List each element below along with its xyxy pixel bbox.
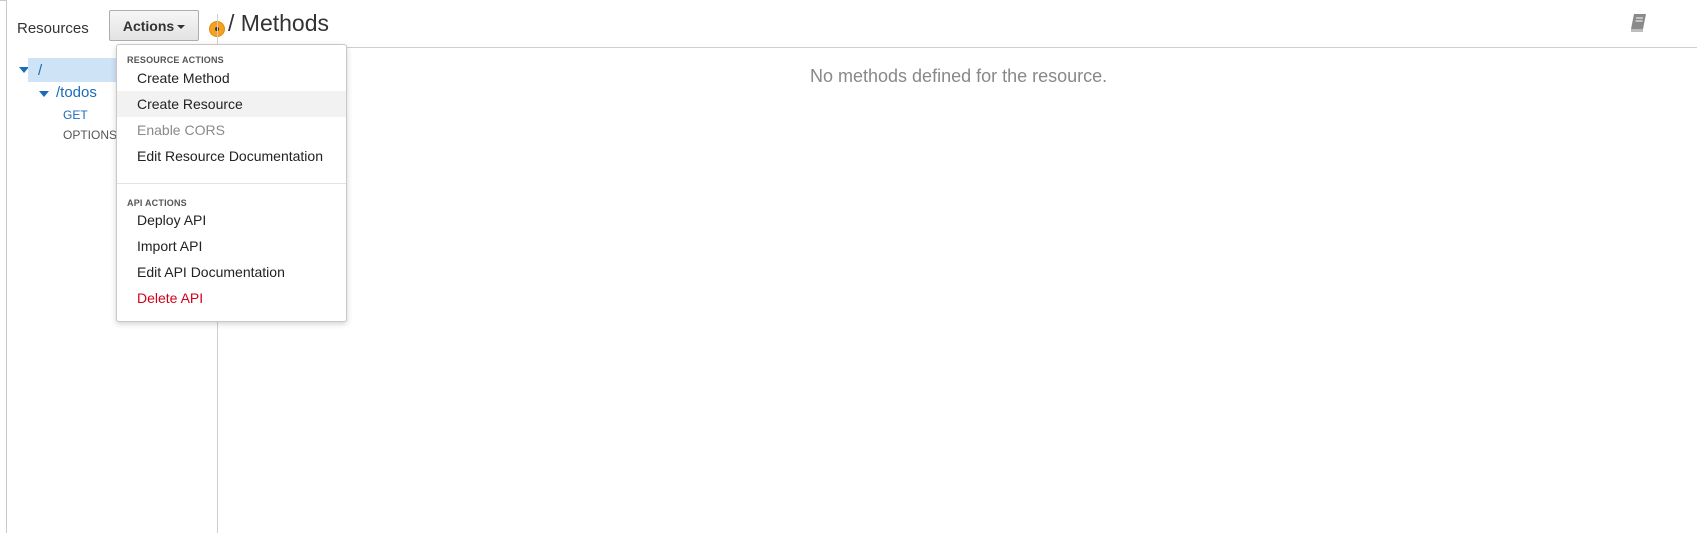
menu-item-enable-cors[interactable]: Enable CORS	[117, 117, 346, 143]
header-divider	[218, 47, 1697, 48]
actions-button[interactable]: Actions	[109, 10, 199, 41]
menu-item-create-resource[interactable]: Create Resource	[117, 91, 346, 117]
tree-item-root-label: /	[38, 61, 43, 79]
menu-item-create-method[interactable]: Create Method	[117, 65, 346, 91]
tree-method-options[interactable]: OPTIONS	[63, 128, 117, 142]
tree-item-root[interactable]: /	[28, 58, 118, 82]
tree-method-get[interactable]: GET	[63, 108, 88, 122]
resources-title: Resources	[17, 20, 89, 37]
page-title: / Methods	[228, 10, 329, 36]
actions-dropdown-menu: RESOURCE ACTIONS Create Method Create Re…	[116, 44, 347, 322]
tree-item-todos[interactable]: /todos	[56, 84, 97, 101]
actions-button-label: Actions	[122, 17, 175, 34]
menu-separator	[117, 183, 346, 184]
triangle-down-icon[interactable]	[39, 91, 49, 97]
menu-item-edit-resource-documentation[interactable]: Edit Resource Documentation	[117, 143, 346, 169]
empty-methods-message: No methods defined for the resource.	[810, 66, 1108, 86]
menu-item-edit-api-documentation[interactable]: Edit API Documentation	[117, 259, 346, 285]
caret-down-icon	[177, 24, 186, 29]
menu-item-import-api[interactable]: Import API	[117, 233, 346, 259]
book-icon[interactable]	[1628, 12, 1650, 34]
resource-actions-header: RESOURCE ACTIONS	[127, 55, 224, 65]
menu-item-deploy-api[interactable]: Deploy API	[117, 207, 346, 233]
menu-item-delete-api[interactable]: Delete API	[117, 285, 346, 311]
